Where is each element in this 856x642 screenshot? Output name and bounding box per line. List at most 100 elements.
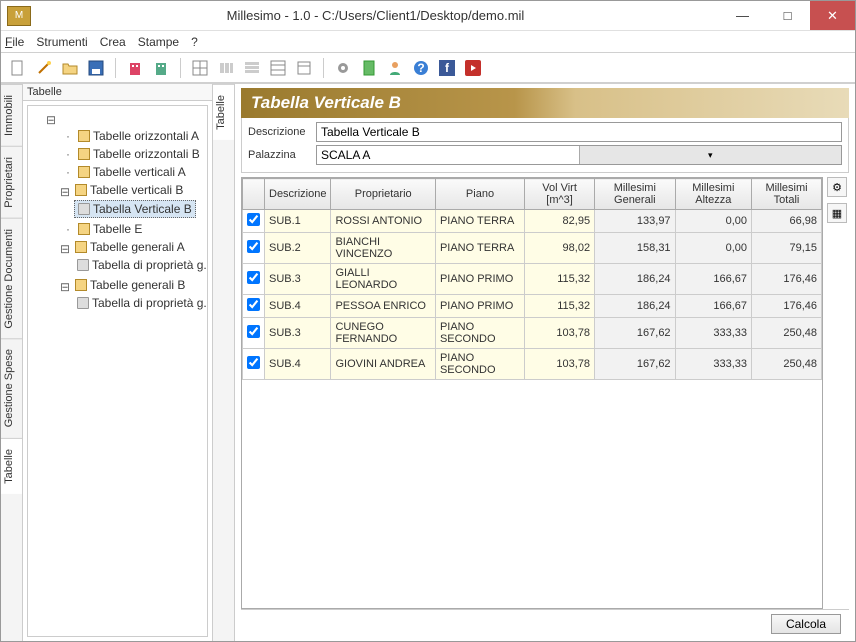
- wand-icon[interactable]: [33, 57, 55, 79]
- collapse-icon[interactable]: ⊟: [60, 242, 70, 256]
- tree-node[interactable]: Tabella di proprietà g...: [74, 257, 208, 273]
- minimize-button[interactable]: —: [720, 1, 765, 30]
- col-vol[interactable]: Vol Virt [m^3]: [525, 179, 595, 210]
- table-row[interactable]: SUB.2BIANCHI VINCENZOPIANO TERRA98,02158…: [243, 233, 822, 264]
- table-row[interactable]: SUB.4PESSOA ENRICOPIANO PRIMO115,32186,2…: [243, 295, 822, 318]
- cell-mg[interactable]: 186,24: [595, 264, 676, 295]
- col-check[interactable]: [243, 179, 265, 210]
- cell-mt[interactable]: 79,15: [752, 233, 822, 264]
- cell-mg[interactable]: 167,62: [595, 318, 676, 349]
- cell-vol[interactable]: 115,32: [525, 295, 595, 318]
- collapse-icon[interactable]: ⊟: [60, 185, 70, 199]
- data-grid[interactable]: Descrizione Proprietario Piano Vol Virt …: [241, 177, 823, 609]
- doc-green-icon[interactable]: [358, 57, 380, 79]
- tree-node[interactable]: Tabelle generali A: [72, 239, 188, 255]
- table-row[interactable]: SUB.3GIALLI LEONARDOPIANO PRIMO115,32186…: [243, 264, 822, 295]
- col-descrizione[interactable]: Descrizione: [265, 179, 331, 210]
- col-mg[interactable]: Millesimi Generali: [595, 179, 676, 210]
- tree-node[interactable]: Tabelle generali B: [72, 277, 188, 293]
- menu-crea[interactable]: Crea: [100, 35, 126, 49]
- cell-vol[interactable]: 103,78: [525, 349, 595, 380]
- grid2-icon[interactable]: [215, 57, 237, 79]
- col-mt[interactable]: Millesimi Totali: [752, 179, 822, 210]
- collapse-icon[interactable]: ⊟: [60, 280, 70, 294]
- cell-piano[interactable]: PIANO SECONDO: [435, 318, 524, 349]
- chevron-down-icon[interactable]: ▾: [579, 146, 842, 164]
- cell-mg[interactable]: 158,31: [595, 233, 676, 264]
- youtube-icon[interactable]: [462, 57, 484, 79]
- tree-node[interactable]: ·Tabelle orizzontali B: [60, 146, 203, 162]
- cell-mg[interactable]: 186,24: [595, 295, 676, 318]
- col-proprietario[interactable]: Proprietario: [331, 179, 435, 210]
- grid3-icon[interactable]: [241, 57, 263, 79]
- cell-mt[interactable]: 250,48: [752, 349, 822, 380]
- tree-node[interactable]: Tabella di proprietà g...: [74, 295, 208, 311]
- cell-ma[interactable]: 0,00: [675, 233, 751, 264]
- new-icon[interactable]: [7, 57, 29, 79]
- cell-prop[interactable]: BIANCHI VINCENZO: [331, 233, 435, 264]
- cell-mt[interactable]: 250,48: [752, 318, 822, 349]
- cell-mg[interactable]: 167,62: [595, 349, 676, 380]
- detail-tab-tabelle[interactable]: Tabelle: [213, 84, 234, 140]
- menu-stampe[interactable]: Stampe: [138, 35, 179, 49]
- row-checkbox[interactable]: [247, 325, 260, 338]
- grid1-icon[interactable]: [189, 57, 211, 79]
- cell-prop[interactable]: PESSOA ENRICO: [331, 295, 435, 318]
- building-red-icon[interactable]: [124, 57, 146, 79]
- cell-prop[interactable]: GIALLI LEONARDO: [331, 264, 435, 295]
- cell-ma[interactable]: 333,33: [675, 349, 751, 380]
- row-checkbox[interactable]: [247, 298, 260, 311]
- cell-mt[interactable]: 176,46: [752, 264, 822, 295]
- cell-mt[interactable]: 66,98: [752, 210, 822, 233]
- tree-node[interactable]: ·Tabelle verticali A: [60, 164, 189, 180]
- facebook-icon[interactable]: f: [436, 57, 458, 79]
- cell-ma[interactable]: 166,67: [675, 295, 751, 318]
- help-icon[interactable]: ?: [410, 57, 432, 79]
- col-ma[interactable]: Millesimi Altezza: [675, 179, 751, 210]
- tree-node[interactable]: ·Tabelle E: [60, 221, 145, 237]
- tab-gestione-documenti[interactable]: Gestione Documenti: [1, 218, 22, 339]
- row-checkbox[interactable]: [247, 271, 260, 284]
- cell-desc[interactable]: SUB.3: [265, 264, 331, 295]
- gear-small-icon[interactable]: ⚙: [827, 177, 847, 197]
- cell-desc[interactable]: SUB.2: [265, 233, 331, 264]
- tree-node-selected[interactable]: Tabella Verticale B: [74, 200, 196, 218]
- open-icon[interactable]: [59, 57, 81, 79]
- cell-vol[interactable]: 115,32: [525, 264, 595, 295]
- cell-prop[interactable]: ROSSI ANTONIO: [331, 210, 435, 233]
- tab-tabelle[interactable]: Tabelle: [1, 438, 22, 494]
- cell-desc[interactable]: SUB.4: [265, 349, 331, 380]
- cell-mt[interactable]: 176,46: [752, 295, 822, 318]
- cell-vol[interactable]: 82,95: [525, 210, 595, 233]
- cell-ma[interactable]: 166,67: [675, 264, 751, 295]
- cell-piano[interactable]: PIANO TERRA: [435, 210, 524, 233]
- cell-piano[interactable]: PIANO TERRA: [435, 233, 524, 264]
- building-green-icon[interactable]: [150, 57, 172, 79]
- tree-node[interactable]: Tabelle verticali B: [72, 182, 186, 198]
- cell-vol[interactable]: 98,02: [525, 233, 595, 264]
- gear-icon[interactable]: [332, 57, 354, 79]
- descrizione-input[interactable]: [316, 122, 842, 142]
- cell-piano[interactable]: PIANO PRIMO: [435, 295, 524, 318]
- grid5-icon[interactable]: [293, 57, 315, 79]
- cell-desc[interactable]: SUB.4: [265, 295, 331, 318]
- palazzina-select[interactable]: SCALA A ▾: [316, 145, 842, 165]
- row-checkbox[interactable]: [247, 240, 260, 253]
- col-piano[interactable]: Piano: [435, 179, 524, 210]
- cell-prop[interactable]: CUNEGO FERNANDO: [331, 318, 435, 349]
- cell-prop[interactable]: GIOVINI ANDREA: [331, 349, 435, 380]
- row-checkbox[interactable]: [247, 213, 260, 226]
- cell-piano[interactable]: PIANO SECONDO: [435, 349, 524, 380]
- menu-file[interactable]: File: [5, 35, 24, 49]
- menu-strumenti[interactable]: Strumenti: [36, 35, 87, 49]
- cell-ma[interactable]: 0,00: [675, 210, 751, 233]
- tab-immobili[interactable]: Immobili: [1, 84, 22, 146]
- table-small-icon[interactable]: ▦: [827, 203, 847, 223]
- save-icon[interactable]: [85, 57, 107, 79]
- table-row[interactable]: SUB.4GIOVINI ANDREAPIANO SECONDO103,7816…: [243, 349, 822, 380]
- tree[interactable]: ⊟ ·Tabelle orizzontali A ·Tabelle orizzo…: [27, 105, 208, 637]
- calcola-button[interactable]: Calcola: [771, 614, 841, 634]
- grid4-icon[interactable]: [267, 57, 289, 79]
- table-row[interactable]: SUB.3CUNEGO FERNANDOPIANO SECONDO103,781…: [243, 318, 822, 349]
- cell-piano[interactable]: PIANO PRIMO: [435, 264, 524, 295]
